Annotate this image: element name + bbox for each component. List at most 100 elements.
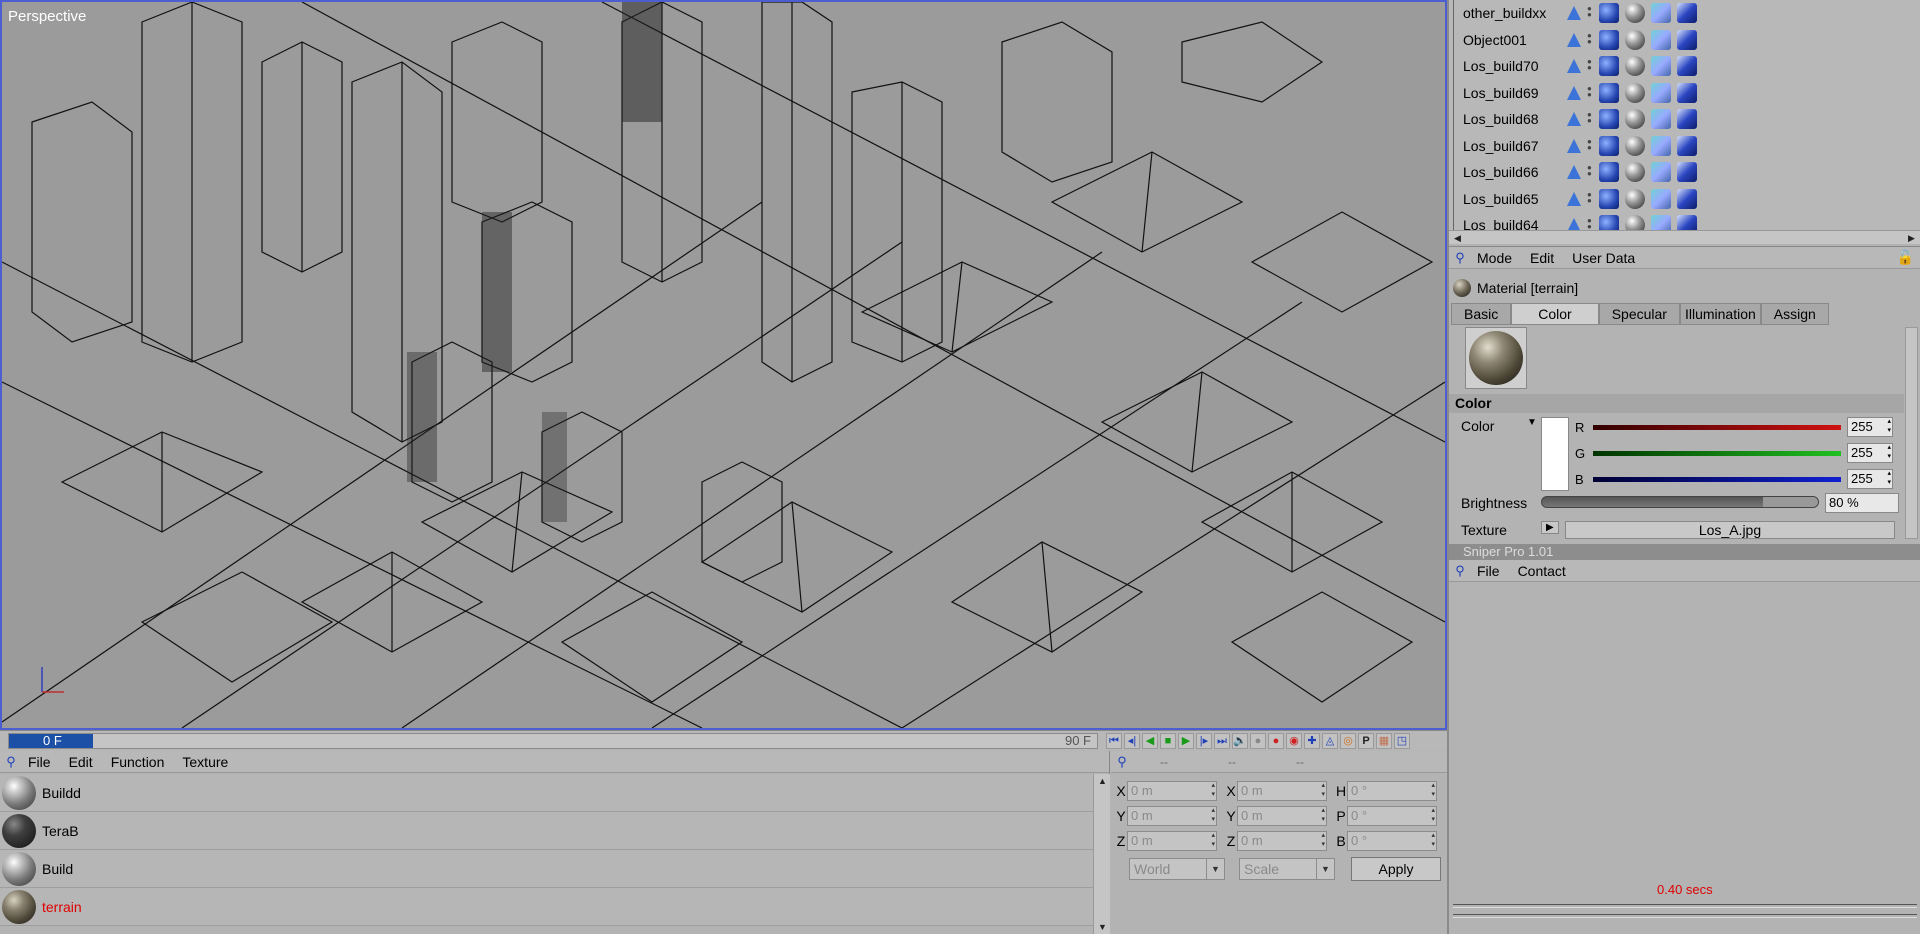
expand-timeline-icon[interactable]: ◳ <box>1394 733 1410 749</box>
compositing-tag-icon[interactable] <box>1677 82 1697 103</box>
object-name[interactable]: Los_build66 <box>1463 164 1563 180</box>
attribute-scrollbar[interactable] <box>1905 327 1918 539</box>
texture-tag-icon[interactable] <box>1625 82 1645 103</box>
menu-edit[interactable]: Edit <box>60 754 102 770</box>
texture-file-field[interactable]: Los_A.jpg <box>1565 521 1895 539</box>
object-name[interactable]: Object001 <box>1463 32 1563 48</box>
autokey-icon[interactable]: ◉ <box>1286 733 1302 749</box>
uvw-tag-icon[interactable] <box>1651 188 1671 209</box>
go-to-start-icon[interactable]: ⏮ <box>1106 733 1122 749</box>
phong-tag-icon[interactable] <box>1599 109 1619 130</box>
compositing-tag-icon[interactable] <box>1677 3 1697 24</box>
scroll-down-icon[interactable]: ▼ <box>1094 920 1111 934</box>
timeline-cursor[interactable]: 0 F <box>9 734 93 748</box>
material-row-terrain[interactable]: terrain <box>0 888 1093 926</box>
texture-tag-icon[interactable] <box>1625 109 1645 130</box>
object-name[interactable]: Los_build65 <box>1463 191 1563 207</box>
play-forward-icon[interactable]: ▶ <box>1178 733 1194 749</box>
rotation-p-field[interactable]: 0 ° <box>1347 806 1437 826</box>
rotation-h-field[interactable]: 0 ° <box>1347 781 1437 801</box>
scale-z-field[interactable]: 0 m <box>1237 831 1327 851</box>
brightness-value-field[interactable]: 80 % <box>1825 493 1899 513</box>
step-back-icon[interactable]: ◂| <box>1124 733 1140 749</box>
step-forward-icon[interactable]: |▸ <box>1196 733 1212 749</box>
apply-button[interactable]: Apply <box>1351 857 1441 881</box>
scale-y-field[interactable]: 0 m <box>1237 806 1327 826</box>
scroll-up-icon[interactable]: ▲ <box>1094 774 1111 788</box>
rotate-keys-icon[interactable]: ◬ <box>1322 733 1338 749</box>
object-row[interactable]: Los_build68 ● ● <box>1449 106 1920 133</box>
position-y-field[interactable]: 0 m <box>1127 806 1217 826</box>
object-row[interactable]: Los_build70 ● ● <box>1449 53 1920 80</box>
material-preview-sphere[interactable] <box>2 813 36 848</box>
menu-function[interactable]: Function <box>102 754 174 770</box>
object-name[interactable]: Los_build70 <box>1463 58 1563 74</box>
brightness-slider[interactable] <box>1541 496 1819 508</box>
phong-tag-icon[interactable] <box>1599 56 1619 77</box>
uvw-tag-icon[interactable] <box>1651 135 1671 156</box>
uvw-tag-icon[interactable] <box>1651 56 1671 77</box>
uvw-tag-icon[interactable] <box>1651 29 1671 50</box>
object-row[interactable]: Los_build65 ● ● <box>1449 185 1920 212</box>
sound-icon[interactable]: 🔈 <box>1232 733 1248 749</box>
compositing-tag-icon[interactable] <box>1677 162 1697 183</box>
material-list-scrollbar[interactable]: ▲ ▼ <box>1093 774 1110 934</box>
record-disabled-icon[interactable]: ● <box>1250 733 1266 749</box>
compositing-tag-icon[interactable] <box>1677 109 1697 130</box>
move-keys-icon[interactable]: ✚ <box>1304 733 1320 749</box>
texture-tag-icon[interactable] <box>1625 188 1645 209</box>
phong-tag-icon[interactable] <box>1599 162 1619 183</box>
phong-tag-icon[interactable] <box>1599 188 1619 209</box>
menu-mode[interactable]: Mode <box>1468 250 1521 266</box>
panel-pin-icon[interactable]: ⚲ <box>1452 563 1468 579</box>
phong-tag-icon[interactable] <box>1599 82 1619 103</box>
object-list-hscrollbar[interactable]: ◀ ▶ <box>1449 230 1920 244</box>
object-row[interactable]: Object001 ● ● <box>1449 26 1920 53</box>
menu-file[interactable]: File <box>19 754 60 770</box>
record-keys-icon[interactable]: ● <box>1268 733 1284 749</box>
tab-assign[interactable]: Assign <box>1760 303 1829 325</box>
scroll-right-icon[interactable]: ▶ <box>1903 231 1920 245</box>
uvw-tag-icon[interactable] <box>1651 162 1671 183</box>
compositing-tag-icon[interactable] <box>1677 56 1697 77</box>
material-row-build[interactable]: Build <box>0 850 1093 888</box>
compositing-tag-icon[interactable] <box>1677 135 1697 156</box>
pla-keys-icon[interactable]: ▦ <box>1376 733 1392 749</box>
green-value-field[interactable]: 255 <box>1847 443 1893 463</box>
texture-tag-icon[interactable] <box>1625 3 1645 24</box>
object-name[interactable]: Los_build69 <box>1463 85 1563 101</box>
visibility-dots-icon[interactable]: ● ● <box>1587 137 1593 153</box>
scroll-left-icon[interactable]: ◀ <box>1449 231 1466 245</box>
phong-tag-icon[interactable] <box>1599 135 1619 156</box>
panel-pin-icon[interactable]: ⚲ <box>1452 250 1468 266</box>
position-x-field[interactable]: 0 m <box>1127 781 1217 801</box>
visibility-dots-icon[interactable]: ● ● <box>1587 31 1593 47</box>
scale-x-field[interactable]: 0 m <box>1237 781 1327 801</box>
scale-keys-icon[interactable]: ◎ <box>1340 733 1356 749</box>
visibility-dots-icon[interactable]: ● ● <box>1587 190 1593 206</box>
texture-tag-icon[interactable] <box>1625 135 1645 156</box>
compositing-tag-icon[interactable] <box>1677 29 1697 50</box>
uvw-tag-icon[interactable] <box>1651 82 1671 103</box>
lock-icon[interactable]: 🔓 <box>1897 249 1914 266</box>
size-mode-select[interactable]: Scale ▼ <box>1239 858 1335 880</box>
visibility-dots-icon[interactable]: ● ● <box>1587 111 1593 126</box>
phong-tag-icon[interactable] <box>1599 29 1619 50</box>
compositing-tag-icon[interactable] <box>1677 188 1697 209</box>
menu-contact[interactable]: Contact <box>1509 563 1575 579</box>
param-keys-icon[interactable]: P <box>1358 733 1374 749</box>
panel-pin-icon[interactable]: ⚲ <box>1114 754 1130 770</box>
play-backward-icon[interactable]: ◀ <box>1142 733 1158 749</box>
menu-user-data[interactable]: User Data <box>1563 250 1644 266</box>
material-preview[interactable] <box>1465 327 1527 389</box>
visibility-dots-icon[interactable]: ● ● <box>1587 84 1593 100</box>
texture-tag-icon[interactable] <box>1625 29 1645 50</box>
object-row[interactable]: Los_build69 ● ● <box>1449 79 1920 106</box>
uvw-tag-icon[interactable] <box>1651 3 1671 24</box>
position-z-field[interactable]: 0 m <box>1127 831 1217 851</box>
panel-pin-icon[interactable]: ⚲ <box>3 754 19 770</box>
phong-tag-icon[interactable] <box>1599 3 1619 24</box>
viewport-label[interactable]: Perspective <box>8 8 86 25</box>
coordinate-mode-select[interactable]: World ▼ <box>1129 858 1225 880</box>
menu-texture[interactable]: Texture <box>173 754 237 770</box>
